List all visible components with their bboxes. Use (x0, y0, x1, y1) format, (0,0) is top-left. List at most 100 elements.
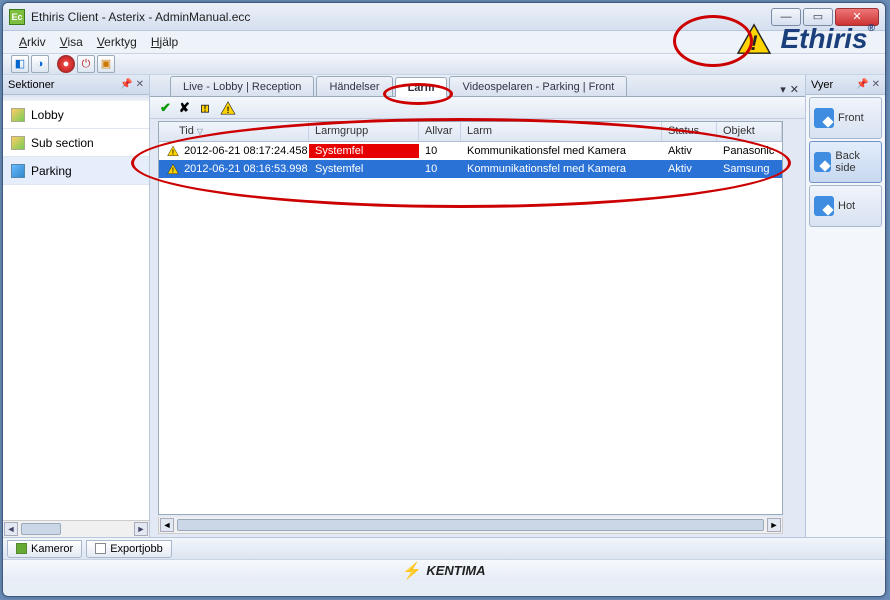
view-button-front[interactable]: Front (809, 97, 882, 139)
brand-text: Ethiris® (780, 23, 875, 55)
menu-hjalp[interactable]: Hjälp (151, 35, 178, 49)
row-warning-icon: ! (167, 163, 179, 175)
tab-close-icon[interactable]: ✕ (790, 83, 799, 96)
sections-panel-header: Sektioner 📌 ✕ (3, 75, 149, 95)
view-label: Back side (835, 150, 877, 174)
scroll-thumb[interactable] (21, 523, 61, 535)
menu-arkiv[interactable]: Arkiv (19, 35, 46, 49)
scroll-thumb[interactable] (177, 519, 764, 531)
section-icon (11, 108, 25, 122)
panel-close-icon[interactable]: ✕ (136, 79, 144, 90)
section-icon (11, 136, 25, 150)
scroll-right-icon[interactable]: ► (767, 518, 781, 532)
cell-tid: 2012-06-21 08:16:53.998 (184, 163, 308, 175)
bottom-tab-kameror[interactable]: Kameror (7, 540, 82, 558)
scroll-left-icon[interactable]: ◄ (160, 518, 174, 532)
sections-panel-title: Sektioner (8, 79, 54, 91)
col-allvar[interactable]: Allvar (419, 122, 461, 141)
panel-close-icon[interactable]: ✕ (872, 79, 880, 90)
section-icon (11, 164, 25, 178)
ack-button[interactable]: ✔ (160, 100, 171, 116)
toolbar-btn-1[interactable]: ◧ (11, 55, 29, 73)
bottom-tab-label: Kameror (31, 543, 73, 555)
cell-status: Aktiv (662, 144, 717, 158)
left-horizontal-scrollbar[interactable]: ◄ ► (3, 520, 149, 537)
bottom-tab-bar: Kameror Exportjobb (3, 537, 885, 559)
power-button[interactable]: ⏻ (77, 55, 95, 73)
cell-larmgrupp: Systemfel (309, 162, 419, 176)
view-button-hot[interactable]: Hot (809, 185, 882, 227)
cell-tid: 2012-06-21 08:17:24.458 (184, 145, 308, 157)
col-tid[interactable]: Tid▽ (159, 122, 309, 141)
pin-icon[interactable]: 📌 (120, 79, 132, 90)
alarm-row[interactable]: ! 2012-06-21 08:17:24.458 Systemfel 10 K… (159, 142, 782, 160)
views-panel-title: Vyer (811, 79, 833, 91)
section-item-lobby[interactable]: Lobby (3, 101, 149, 129)
col-status[interactable]: Status (662, 122, 717, 141)
record-button[interactable]: ● (57, 55, 75, 73)
tab-dropdown-icon[interactable]: ▾ (780, 83, 786, 96)
tab-larm[interactable]: Larm (395, 77, 448, 97)
view-button-back-side[interactable]: Back side (809, 141, 882, 183)
tab-videospelaren[interactable]: Videospelaren - Parking | Front (449, 76, 627, 96)
view-label: Front (838, 112, 864, 124)
alarm-grid: Tid▽ Larmgrupp Allvar Larm Status Objekt… (158, 121, 783, 515)
toolbar-btn-2[interactable]: ◑ (31, 55, 49, 73)
sections-panel: Sektioner 📌 ✕ Lobby Sub section Parking (3, 75, 150, 537)
cell-status: Aktiv (662, 162, 717, 176)
view-label: Hot (838, 200, 855, 212)
cell-larmgrupp: Systemfel (309, 144, 419, 158)
main-horizontal-scrollbar[interactable]: ◄ ► (158, 517, 783, 534)
toolbar-btn-5[interactable]: ▣ (97, 55, 115, 73)
app-icon: Ec (9, 9, 25, 25)
scroll-left-icon[interactable]: ◄ (4, 522, 18, 536)
bottom-tab-label: Exportjobb (110, 543, 163, 555)
menu-verktyg[interactable]: Verktyg (97, 35, 137, 49)
brand-logo: ! Ethiris® (736, 23, 875, 55)
svg-text:!: ! (172, 148, 174, 157)
camera-icon (16, 543, 27, 554)
section-label: Parking (31, 164, 72, 178)
tab-handelser[interactable]: Händelser (316, 76, 392, 96)
toolbar: ◧ ◑ ● ⏻ ▣ (3, 53, 885, 75)
warning-icon: ! (736, 23, 772, 55)
view-icon (814, 152, 831, 172)
window-title: Ethiris Client - Asterix - AdminManual.e… (31, 10, 771, 24)
section-item-subsection[interactable]: Sub section (3, 129, 149, 157)
pin-icon[interactable]: 📌 (856, 79, 868, 90)
main-area: Live - Lobby | Reception Händelser Larm … (150, 75, 805, 537)
document-tab-bar: Live - Lobby | Reception Händelser Larm … (150, 75, 805, 97)
export-icon (95, 543, 106, 554)
bolt-icon: ⚡ (402, 561, 422, 581)
section-item-parking[interactable]: Parking (3, 157, 149, 185)
warning-triangle-boxed-icon[interactable]: ! (220, 101, 236, 115)
warning-icon[interactable]: ! (198, 101, 212, 115)
section-label: Lobby (31, 108, 64, 122)
alarm-row[interactable]: ! 2012-06-21 08:16:53.998 Systemfel 10 K… (159, 160, 782, 178)
view-icon (814, 108, 834, 128)
views-panel-header: Vyer 📌 ✕ (806, 75, 885, 95)
col-larmgrupp[interactable]: Larmgrupp (309, 122, 419, 141)
col-objekt[interactable]: Objekt (717, 122, 782, 141)
section-label: Sub section (31, 136, 94, 150)
cancel-button[interactable]: ✘ (179, 100, 190, 116)
svg-text:!: ! (203, 103, 206, 113)
cell-allvar: 10 (419, 162, 461, 176)
views-panel: Vyer 📌 ✕ Front Back side Hot (805, 75, 885, 537)
tab-live-lobby[interactable]: Live - Lobby | Reception (170, 76, 314, 96)
alarm-toolbar: ✔ ✘ ! ! (150, 97, 805, 119)
menu-visa[interactable]: Visa (60, 35, 83, 49)
cell-larm: Kommunikationsfel med Kamera (461, 144, 662, 158)
svg-text:!: ! (172, 166, 174, 175)
grid-header-row: Tid▽ Larmgrupp Allvar Larm Status Objekt (159, 122, 782, 142)
col-larm[interactable]: Larm (461, 122, 662, 141)
svg-text:!: ! (226, 104, 229, 114)
cell-allvar: 10 (419, 144, 461, 158)
svg-text:!: ! (751, 31, 758, 55)
footer: ⚡ KENTIMA (3, 559, 885, 581)
scroll-right-icon[interactable]: ► (134, 522, 148, 536)
cell-objekt: Samsung (717, 162, 782, 176)
bottom-tab-exportjobb[interactable]: Exportjobb (86, 540, 172, 558)
cell-larm: Kommunikationsfel med Kamera (461, 162, 662, 176)
view-icon (814, 196, 834, 216)
